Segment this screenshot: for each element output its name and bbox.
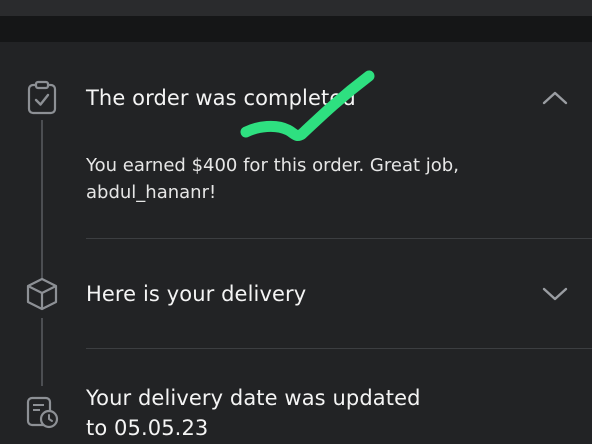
package-box-icon — [24, 276, 60, 312]
timeline-connector — [41, 318, 43, 386]
checkmark-annotation — [240, 70, 375, 141]
order-completed-title: The order was completed — [86, 86, 356, 110]
chevron-up-icon[interactable] — [540, 88, 570, 108]
calendar-clock-icon — [24, 394, 60, 430]
order-timeline-screen: The order was completed You earned $400 … — [0, 0, 592, 444]
top-bar — [0, 0, 592, 16]
divider — [86, 348, 592, 349]
order-completed-message: You earned $400 for this order. Great jo… — [86, 155, 459, 203]
header-band — [0, 16, 592, 42]
timeline-connector — [41, 120, 43, 278]
delivery-date-title-line1: Your delivery date was updated — [86, 386, 421, 410]
delivery-title[interactable]: Here is your delivery — [86, 282, 306, 306]
clipboard-check-icon — [24, 80, 60, 116]
delivery-date-title-line2: to 05.05.23 — [86, 416, 209, 440]
delivery-date-updated-title: Your delivery date was updated to 05.05.… — [86, 383, 421, 443]
chevron-down-icon[interactable] — [540, 284, 570, 304]
divider — [86, 238, 592, 239]
